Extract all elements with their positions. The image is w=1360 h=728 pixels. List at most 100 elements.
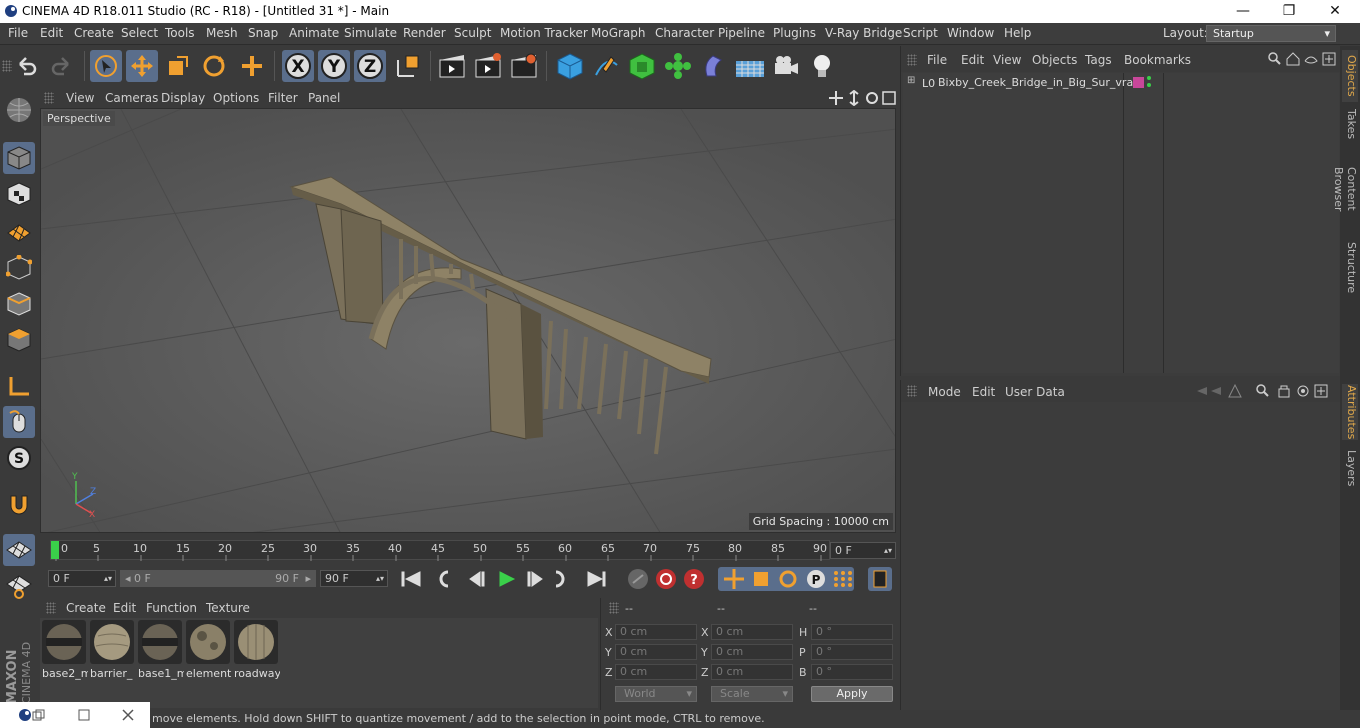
objects-menu-bookmarks[interactable]: Bookmarks [1124, 53, 1191, 67]
deformer-button[interactable] [698, 50, 730, 82]
apply-button[interactable]: Apply [811, 686, 893, 702]
viewport-menu-options[interactable]: Options [213, 91, 259, 105]
menu-create[interactable]: Create [74, 26, 114, 40]
scale-tool-button[interactable] [162, 50, 194, 82]
size-y-field[interactable]: 0 cm [711, 644, 793, 660]
viewport-menu-filter[interactable]: Filter [268, 91, 298, 105]
menu-sculpt[interactable]: Sculpt [454, 26, 491, 40]
playhead[interactable] [51, 541, 59, 559]
objects-menu-edit[interactable]: Edit [961, 53, 984, 67]
object-name[interactable]: Bixby_Creek_Bridge_in_Big_Sur_vray [938, 76, 1140, 89]
material-menu-edit[interactable]: Edit [113, 601, 136, 615]
menu-file[interactable]: File [8, 26, 28, 40]
make-editable-button[interactable] [3, 94, 35, 126]
menu-vray-bridge[interactable]: V-Ray Bridge [825, 26, 902, 40]
pos-x-field[interactable]: 0 cm [615, 624, 697, 640]
cloner-button[interactable] [662, 50, 694, 82]
menu-script[interactable]: Script [903, 26, 938, 40]
close-icon[interactable] [122, 709, 134, 721]
tab-layers[interactable]: Layers [1342, 448, 1358, 488]
close-button[interactable]: ✕ [1312, 0, 1358, 23]
timeline-track[interactable]: 0 5 10 15 20 25 30 35 40 45 50 55 60 65 … [50, 540, 830, 561]
material-item[interactable]: barrier_ [90, 620, 136, 680]
floor-environment-button[interactable] [734, 50, 766, 82]
start-frame-field[interactable]: 0 F ▴▾ [48, 570, 116, 587]
minimize-button[interactable]: — [1220, 0, 1266, 23]
menu-character[interactable]: Character [655, 26, 714, 40]
render-view-button[interactable] [436, 50, 468, 82]
material-item[interactable]: element [186, 620, 232, 680]
material-menu-texture[interactable]: Texture [206, 601, 250, 615]
z-axis-button[interactable]: Z [354, 50, 386, 82]
expand-icon[interactable]: ⊞ [907, 75, 915, 86]
minimized-window-strip[interactable] [0, 702, 150, 728]
menu-window[interactable]: Window [947, 26, 994, 40]
objects-menu-file[interactable]: File [927, 53, 947, 67]
perspective-viewport[interactable]: Y Z X Perspective Grid Spacing : 10000 c… [40, 108, 896, 533]
model-mode-button[interactable] [3, 142, 35, 174]
current-frame-field[interactable]: 0 F ▴▾ [830, 542, 896, 559]
workplane-rotate-button[interactable] [3, 570, 35, 602]
end-frame-field[interactable]: 90 F ▴▾ [320, 570, 388, 587]
viewport-menu-cameras[interactable]: Cameras [105, 91, 158, 105]
visibility-editor-dot[interactable] [1147, 76, 1151, 80]
size-z-field[interactable]: 0 cm [711, 664, 793, 680]
polygons-mode-button[interactable] [3, 324, 35, 356]
rot-h-field[interactable]: 0 ° [811, 624, 893, 640]
menu-motion-tracker[interactable]: Motion Tracker [500, 26, 588, 40]
object-manager-tools[interactable] [1267, 51, 1339, 67]
attributes-menu-mode[interactable]: Mode [928, 385, 961, 399]
axis-mode-button[interactable] [3, 370, 35, 402]
playback-controls[interactable] [398, 567, 608, 591]
live-selection-button[interactable] [90, 50, 122, 82]
menu-mesh[interactable]: Mesh [206, 26, 238, 40]
keyframe-controls[interactable]: ? P [624, 567, 894, 591]
tab-attributes[interactable]: Attributes [1342, 384, 1358, 440]
tab-content-browser[interactable]: Content Browser [1332, 146, 1358, 232]
viewport-menu-panel[interactable]: Panel [308, 91, 340, 105]
object-grip[interactable] [907, 54, 917, 66]
undo-button[interactable] [10, 50, 42, 82]
object-row[interactable]: ⊞ L0 Bixby_Creek_Bridge_in_Big_Sur_vray [903, 73, 1339, 91]
menu-help[interactable]: Help [1004, 26, 1031, 40]
objects-menu-objects[interactable]: Objects [1032, 53, 1077, 67]
redo-button[interactable] [46, 50, 78, 82]
material-tag-icon[interactable] [1133, 77, 1144, 88]
camera-button[interactable] [770, 50, 802, 82]
rot-b-field[interactable]: 0 ° [811, 664, 893, 680]
attributes-menu-user-data[interactable]: User Data [1005, 385, 1065, 399]
menu-simulate[interactable]: Simulate [344, 26, 397, 40]
tweak-mode-button[interactable] [3, 406, 35, 438]
tab-structure[interactable]: Structure [1342, 242, 1358, 294]
y-axis-button[interactable]: Y [318, 50, 350, 82]
magnet-tool-button[interactable] [3, 488, 35, 520]
rotate-tool-button[interactable] [198, 50, 230, 82]
texture-mode-button[interactable] [3, 178, 35, 210]
menu-tools[interactable]: Tools [165, 26, 195, 40]
material-item[interactable]: base2_m [42, 620, 88, 680]
menu-plugins[interactable]: Plugins [773, 26, 816, 40]
render-picture-viewer-button[interactable] [472, 50, 504, 82]
tab-takes[interactable]: Takes [1342, 106, 1358, 142]
material-item[interactable]: base1_m [138, 620, 184, 680]
restore-icon[interactable] [32, 709, 46, 721]
points-mode-button[interactable] [3, 252, 35, 284]
menu-select[interactable]: Select [121, 26, 158, 40]
objects-menu-tags[interactable]: Tags [1085, 53, 1112, 67]
coordinate-space-select[interactable]: World ▾ [615, 686, 697, 702]
transform-tool-button[interactable] [236, 50, 268, 82]
coordinates-grip[interactable] [609, 602, 619, 614]
layout-select[interactable]: Startup ▾ [1206, 25, 1336, 42]
pos-y-field[interactable]: 0 cm [615, 644, 697, 660]
size-mode-select[interactable]: Scale ▾ [711, 686, 793, 702]
visibility-render-dot[interactable] [1147, 83, 1151, 87]
viewport-nav-icons[interactable] [828, 90, 898, 106]
attributes-menu-edit[interactable]: Edit [972, 385, 995, 399]
snap-button[interactable]: S [3, 442, 35, 474]
material-menu-create[interactable]: Create [66, 601, 106, 615]
edges-mode-button[interactable] [3, 288, 35, 320]
menu-pipeline[interactable]: Pipeline [718, 26, 765, 40]
viewport-grip[interactable] [44, 92, 54, 104]
render-settings-button[interactable] [508, 50, 540, 82]
frame-range-slider[interactable]: ◂ 0 F 90 F ▸ [120, 570, 316, 587]
